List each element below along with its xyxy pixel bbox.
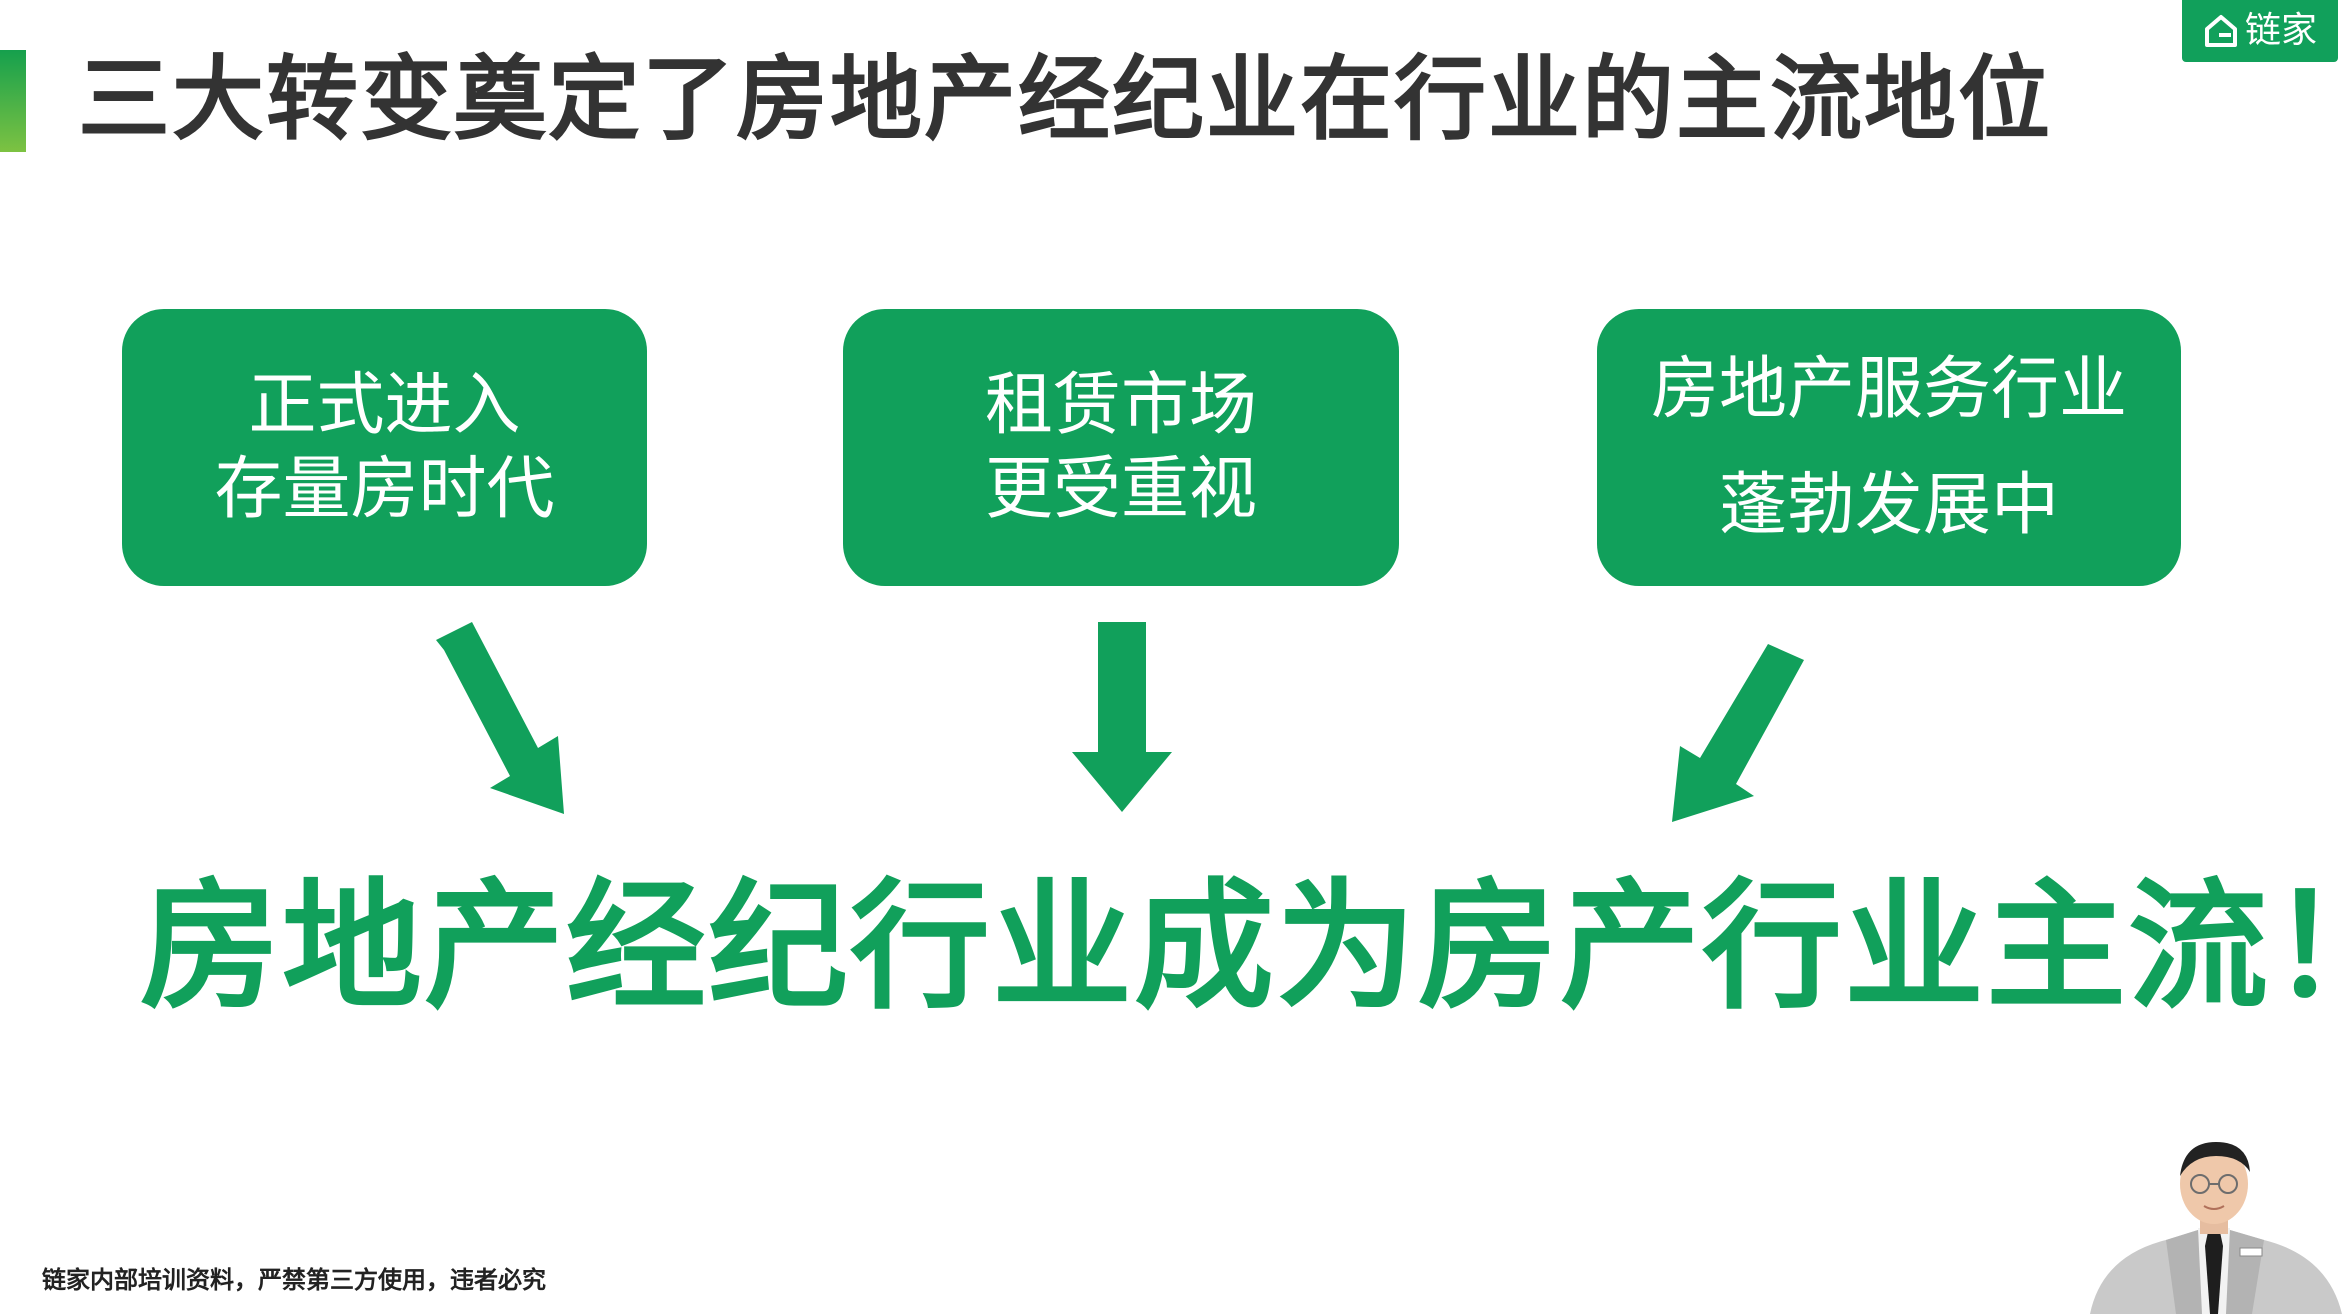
card-line: 存量房时代 <box>214 449 555 529</box>
card-stock-housing-era: 正式进入 存量房时代 <box>122 309 647 586</box>
card-line: 房地产服务行业 <box>1650 349 2127 429</box>
logo-text: 链家 <box>2244 10 2317 51</box>
slide: 三大转变奠定了房地产经纪业在行业的主流地位 链家 正式进入 存量房时代 租赁市场… <box>0 0 2348 1314</box>
card-line: 正式进入 <box>248 365 521 445</box>
arrow-down-left-icon <box>1672 644 1804 822</box>
house-icon <box>2204 15 2237 47</box>
card-line: 租赁市场 <box>984 365 1257 445</box>
card-real-estate-services: 房地产服务行业 蓬勃发展中 <box>1597 309 2181 586</box>
arrow-down-icon <box>1072 622 1172 812</box>
slide-title: 三大转变奠定了房地产经纪业在行业的主流地位 <box>78 46 2053 153</box>
title-accent-bar <box>0 50 26 152</box>
confidentiality-notice: 链家内部培训资料，严禁第三方使用，违者必究 <box>42 1266 546 1294</box>
card-line: 蓬勃发展中 <box>1718 465 2059 545</box>
brand-logo: 链家 <box>2182 0 2338 62</box>
card-line: 更受重视 <box>984 449 1257 529</box>
conclusion-headline: 房地产经纪行业成为房产行业主流！ <box>140 866 2348 1029</box>
presenter-video-thumbnail <box>2080 1136 2348 1314</box>
arrow-down-right-icon <box>436 622 564 814</box>
card-rental-market: 租赁市场 更受重视 <box>843 309 1399 586</box>
